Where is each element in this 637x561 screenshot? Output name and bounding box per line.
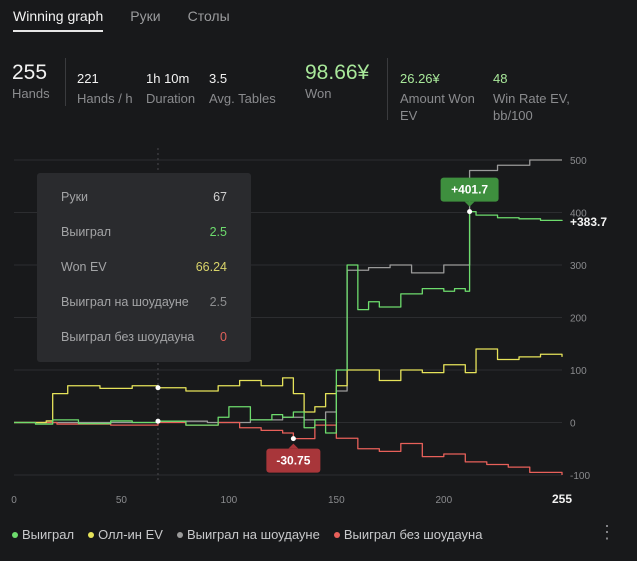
win-rate-ev-label: Win Rate EV, bbox=[493, 91, 570, 106]
stat-won: 98.66¥ Won bbox=[305, 61, 369, 102]
tooltip-key: Выиграл bbox=[61, 225, 112, 239]
y-tick-label: 0 bbox=[570, 419, 576, 430]
more-options-icon[interactable]: ⋮ bbox=[598, 522, 616, 543]
stat-hands: 255 Hands bbox=[12, 61, 50, 102]
legend-item-no-showdown[interactable]: Выиграл без шоудауна bbox=[333, 527, 483, 542]
x-tick-label: 50 bbox=[116, 495, 128, 506]
tooltip-key: Руки bbox=[61, 190, 89, 204]
legend-item-won[interactable]: Выиграл bbox=[12, 527, 74, 542]
y-tick-label: -100 bbox=[570, 471, 590, 482]
tab-tables[interactable]: Столы bbox=[188, 8, 230, 32]
legend-dot bbox=[176, 531, 183, 538]
separator bbox=[387, 58, 388, 120]
tooltip-row-won-ev: Won EV 66.24 bbox=[61, 260, 227, 274]
stat-duration: 1h 10m Duration bbox=[146, 71, 195, 107]
tab-winning-graph[interactable]: Winning graph bbox=[13, 8, 104, 32]
min-point bbox=[290, 436, 296, 442]
x-tick-label: 100 bbox=[221, 495, 238, 506]
tooltip-value: 0 bbox=[220, 330, 227, 344]
hands-per-h-value: 221 bbox=[77, 71, 99, 86]
legend-label: Олл-ин EV bbox=[98, 527, 163, 542]
max-point bbox=[467, 209, 473, 215]
won-value: 98.66¥ bbox=[305, 61, 370, 84]
amount-won-ev-label-2: EV bbox=[400, 108, 418, 123]
min-badge-pointer bbox=[288, 443, 299, 449]
tooltip-value: 66.24 bbox=[195, 260, 227, 274]
legend-dot bbox=[88, 531, 95, 538]
legend-item-allin-ev[interactable]: Олл-ин EV bbox=[88, 527, 163, 542]
legend-dot bbox=[12, 531, 18, 538]
tabs: Winning graph Руки Столы bbox=[13, 8, 230, 32]
x-tick-label: 200 bbox=[435, 495, 452, 506]
win-rate-ev-value: 48 bbox=[493, 71, 508, 86]
tooltip-row-won-no-showdown: Выиграл без шоудауна 0 bbox=[61, 330, 227, 344]
x-tick-label: 0 bbox=[11, 495, 17, 506]
avg-tables-label: Avg. Tables bbox=[209, 91, 276, 106]
hands-value: 255 bbox=[12, 61, 48, 84]
hover-point bbox=[155, 418, 161, 424]
chart-legend: Выиграл Олл-ин EV Выиграл на шоудауне Вы… bbox=[12, 527, 482, 542]
tooltip-row-won-showdown: Выиграл на шоудауне 2.5 bbox=[61, 295, 227, 309]
hands-label: Hands bbox=[12, 86, 50, 101]
tooltip-value: 67 bbox=[213, 190, 227, 204]
min-label: -30.75 bbox=[276, 454, 310, 468]
win-rate-ev-label-2: bb/100 bbox=[493, 108, 533, 123]
x-tick-label: 255 bbox=[552, 492, 572, 506]
tooltip-row-hands: Руки 67 bbox=[61, 190, 227, 204]
legend-label: Выиграл без шоудауна bbox=[343, 527, 483, 542]
legend-item-showdown[interactable]: Выиграл на шоудауне bbox=[176, 527, 320, 542]
max-label: +401.7 bbox=[451, 183, 488, 197]
hover-tooltip: Руки 67 Выиграл 2.5 Won EV 66.24 Выиграл… bbox=[37, 173, 251, 362]
legend-dot bbox=[333, 531, 340, 538]
stat-amount-won-ev: 26.26¥ Amount Won EV bbox=[400, 71, 475, 124]
legend-label: Выиграл на шоудауне bbox=[186, 527, 320, 542]
legend-label: Выиграл bbox=[22, 527, 75, 542]
stat-avg-tables: 3.5 Avg. Tables bbox=[209, 71, 276, 107]
hover-point bbox=[155, 385, 161, 391]
tooltip-key: Won EV bbox=[61, 260, 107, 274]
tooltip-value: 2.5 bbox=[209, 225, 227, 239]
tooltip-key: Выиграл без шоудауна bbox=[61, 330, 195, 344]
duration-value: 1h 10m bbox=[146, 71, 190, 86]
tab-hands[interactable]: Руки bbox=[130, 8, 160, 32]
tooltip-key: Выиграл на шоудауне bbox=[61, 295, 189, 309]
end-value-label: +383.7 bbox=[570, 215, 607, 229]
separator bbox=[65, 58, 66, 106]
duration-label: Duration bbox=[146, 91, 196, 106]
y-tick-label: 200 bbox=[570, 314, 587, 325]
x-tick-label: 150 bbox=[328, 495, 345, 506]
stat-win-rate-ev: 48 Win Rate EV, bb/100 bbox=[493, 71, 570, 124]
hands-per-h-label: Hands / h bbox=[77, 91, 133, 106]
won-label: Won bbox=[305, 86, 332, 101]
amount-won-ev-label: Amount Won bbox=[400, 91, 475, 106]
y-tick-label: 500 bbox=[570, 156, 587, 167]
tooltip-value: 2.5 bbox=[209, 295, 227, 309]
y-tick-label: 300 bbox=[570, 261, 587, 272]
max-badge-pointer bbox=[464, 201, 475, 207]
tooltip-row-won: Выиграл 2.5 bbox=[61, 225, 227, 239]
amount-won-ev-value: 26.26¥ bbox=[400, 71, 440, 86]
stat-hands-per-h: 221 Hands / h bbox=[77, 71, 133, 107]
avg-tables-value: 3.5 bbox=[209, 71, 228, 86]
y-tick-label: 100 bbox=[570, 366, 587, 377]
